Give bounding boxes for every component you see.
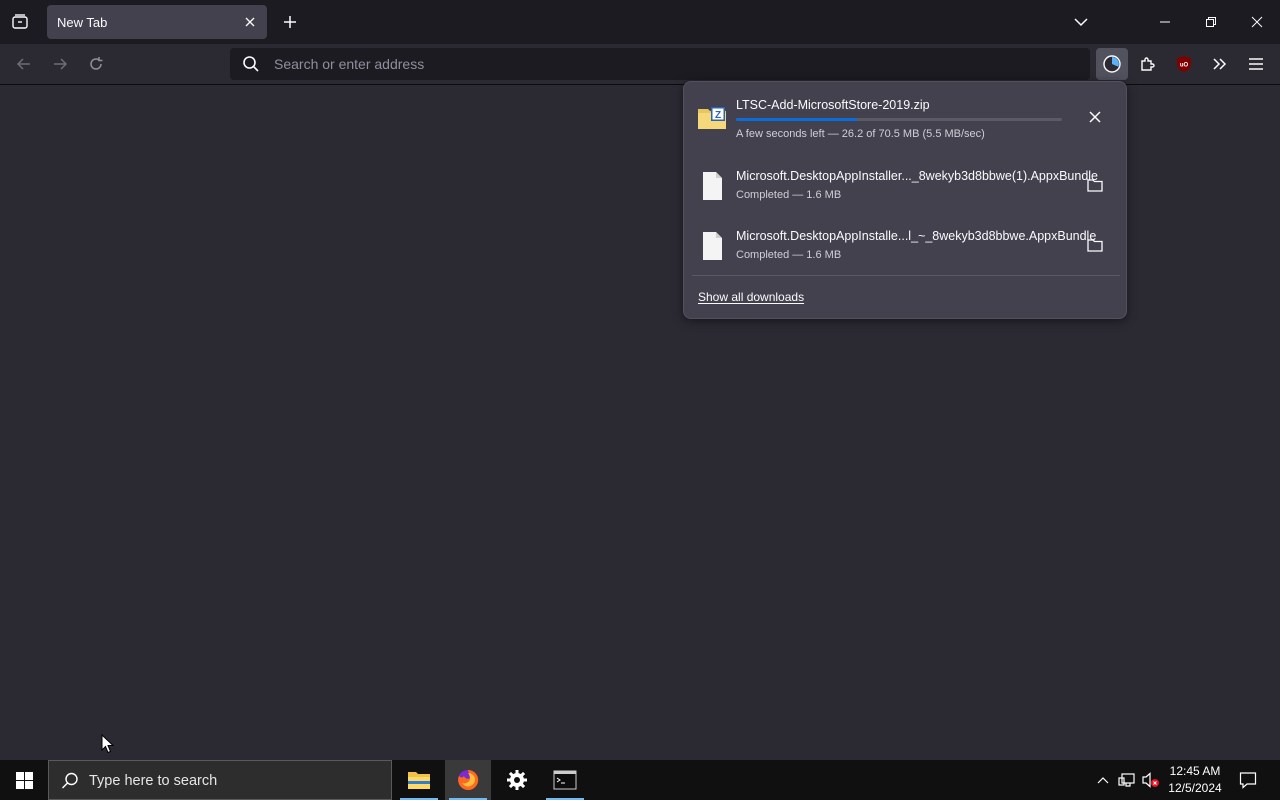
download-item[interactable]: Microsoft.DesktopAppInstaller..._8wekyb3… bbox=[690, 158, 1122, 214]
download-progress-icon bbox=[1103, 55, 1121, 73]
close-icon bbox=[1251, 16, 1263, 28]
folder-icon bbox=[1087, 179, 1103, 192]
restore-button[interactable] bbox=[1188, 0, 1234, 44]
search-icon bbox=[243, 56, 259, 72]
app-menu-button[interactable] bbox=[1240, 48, 1272, 80]
download-progress-fill bbox=[736, 118, 857, 121]
reload-icon bbox=[90, 57, 103, 70]
separator bbox=[692, 275, 1120, 276]
clock-time: 12:45 AM bbox=[1169, 764, 1221, 778]
navigation-toolbar: uO bbox=[0, 44, 1280, 85]
network-icon bbox=[1118, 773, 1135, 787]
download-status: Completed — 1.6 MB bbox=[736, 189, 842, 201]
taskbar-settings[interactable] bbox=[494, 760, 540, 800]
restore-icon bbox=[1206, 17, 1216, 27]
clock-date: 12/5/2024 bbox=[1168, 781, 1222, 795]
terminal-icon bbox=[553, 770, 577, 790]
hamburger-menu-icon bbox=[1249, 58, 1263, 70]
start-button[interactable] bbox=[0, 760, 48, 800]
volume-tray-button[interactable] bbox=[1141, 770, 1161, 790]
download-filename: Microsoft.DesktopAppInstaller..._8wekyb3… bbox=[736, 169, 1099, 183]
action-center-button[interactable] bbox=[1234, 760, 1262, 800]
taskbar: Type here to search 12:45 AM 12/5/2024 bbox=[0, 760, 1280, 800]
tab-close-button[interactable] bbox=[241, 13, 259, 31]
minimize-icon bbox=[1160, 21, 1170, 23]
back-button[interactable] bbox=[10, 50, 38, 78]
show-in-folder-button[interactable] bbox=[1082, 172, 1108, 198]
notification-icon bbox=[1239, 772, 1257, 789]
arrow-right-icon bbox=[54, 58, 68, 70]
show-hidden-icons-button[interactable] bbox=[1093, 770, 1113, 790]
taskbar-search-placeholder: Type here to search bbox=[89, 773, 218, 789]
cancel-download-button[interactable] bbox=[1082, 104, 1108, 130]
zip-folder-icon: Z bbox=[698, 107, 726, 129]
tab-title: New Tab bbox=[57, 15, 108, 30]
download-status: Completed — 1.6 MB bbox=[736, 249, 842, 261]
search-icon bbox=[62, 772, 78, 789]
minimize-button[interactable] bbox=[1142, 0, 1188, 44]
arrow-left-icon bbox=[16, 58, 30, 70]
taskbar-search-box[interactable]: Type here to search bbox=[48, 760, 392, 800]
close-icon bbox=[1089, 111, 1101, 123]
puzzle-piece-icon bbox=[1141, 57, 1155, 71]
forward-button[interactable] bbox=[46, 50, 74, 78]
download-progress-bar bbox=[736, 118, 1062, 121]
settings-icon bbox=[507, 770, 527, 790]
download-filename: Microsoft.DesktopAppInstalle...l_~_8weky… bbox=[736, 229, 1097, 243]
address-input[interactable] bbox=[274, 48, 1074, 80]
taskbar-file-explorer[interactable] bbox=[396, 760, 442, 800]
svg-text:uO: uO bbox=[1180, 63, 1189, 69]
address-bar[interactable] bbox=[230, 48, 1090, 80]
taskbar-clock[interactable]: 12:45 AM 12/5/2024 bbox=[1164, 763, 1226, 797]
svg-text:Z: Z bbox=[715, 110, 721, 121]
extensions-button[interactable] bbox=[1132, 48, 1164, 80]
window-close-button[interactable] bbox=[1234, 0, 1280, 44]
download-item[interactable]: Microsoft.DesktopAppInstalle...l_~_8weky… bbox=[690, 218, 1122, 274]
show-in-folder-button[interactable] bbox=[1082, 232, 1108, 258]
chevron-double-right-icon bbox=[1213, 58, 1227, 70]
download-status: A few seconds left — 26.2 of 70.5 MB (5.… bbox=[736, 128, 985, 140]
file-icon bbox=[703, 172, 722, 200]
file-icon bbox=[703, 232, 722, 260]
mouse-cursor-icon bbox=[101, 734, 115, 754]
volume-muted-icon bbox=[1142, 772, 1159, 788]
plus-icon bbox=[284, 16, 296, 28]
tab-new-tab[interactable]: New Tab bbox=[47, 5, 267, 39]
firefox-view-icon bbox=[12, 14, 28, 29]
tab-strip: New Tab bbox=[0, 0, 1280, 44]
taskbar-firefox[interactable] bbox=[445, 760, 491, 800]
firefox-icon bbox=[458, 769, 479, 790]
new-tab-button[interactable] bbox=[277, 9, 303, 35]
file-explorer-icon bbox=[408, 772, 430, 789]
more-tools-button[interactable] bbox=[1204, 48, 1236, 80]
taskbar-terminal[interactable] bbox=[542, 760, 588, 800]
close-icon bbox=[245, 17, 255, 27]
download-item[interactable]: Z LTSC-Add-MicrosoftStore-2019.zip A few… bbox=[690, 90, 1122, 146]
ublock-shield-icon: uO bbox=[1177, 56, 1191, 72]
ublock-origin-button[interactable]: uO bbox=[1168, 48, 1200, 80]
firefox-view-button[interactable] bbox=[6, 8, 34, 36]
windows-logo-icon bbox=[15, 771, 33, 789]
downloads-panel: Z LTSC-Add-MicrosoftStore-2019.zip A few… bbox=[683, 81, 1127, 319]
network-tray-button[interactable] bbox=[1117, 770, 1137, 790]
show-all-downloads-link[interactable]: Show all downloads bbox=[698, 290, 804, 304]
download-filename: LTSC-Add-MicrosoftStore-2019.zip bbox=[736, 98, 930, 112]
downloads-button[interactable] bbox=[1096, 48, 1128, 80]
chevron-down-icon bbox=[1074, 18, 1088, 27]
folder-icon bbox=[1087, 239, 1103, 252]
chevron-up-icon bbox=[1097, 777, 1109, 784]
reload-button[interactable] bbox=[82, 50, 110, 78]
list-all-tabs-button[interactable] bbox=[1068, 9, 1094, 35]
